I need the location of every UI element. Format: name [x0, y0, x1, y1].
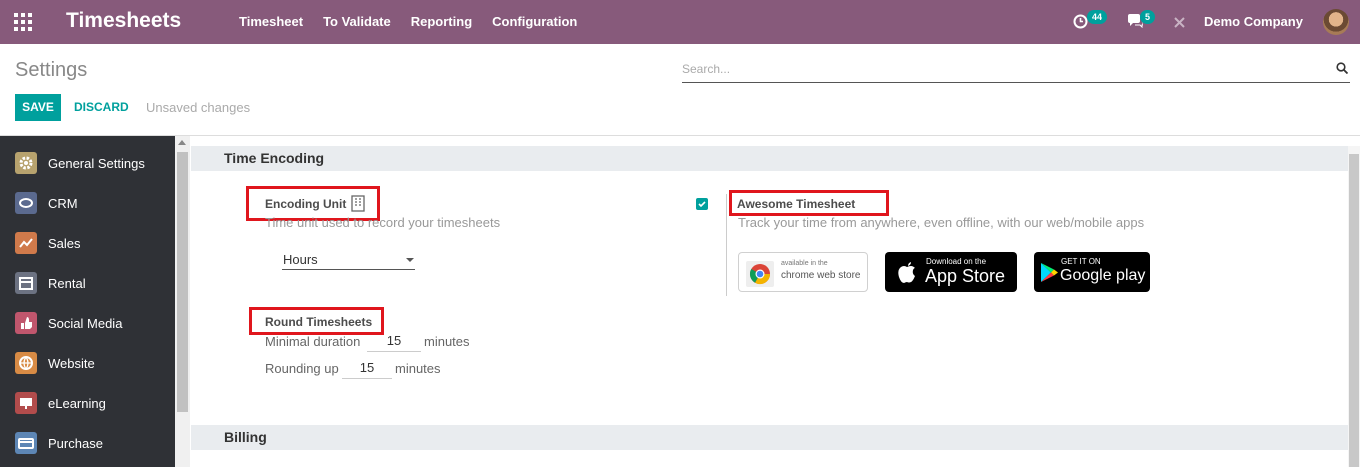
chrome-small-text: available in the	[781, 260, 828, 267]
scrollbar-thumb[interactable]	[1349, 154, 1359, 467]
scroll-up-arrow-icon[interactable]	[178, 140, 186, 145]
sidebar-item-label: Website	[48, 355, 95, 371]
menu-configuration[interactable]: Configuration	[492, 14, 577, 29]
apple-logo-icon	[898, 262, 915, 283]
search-icon[interactable]	[1336, 62, 1348, 74]
google-play-logo-icon	[1041, 263, 1058, 282]
section-title: Billing	[224, 429, 267, 445]
unsaved-status: Unsaved changes	[146, 100, 251, 115]
google-play-link[interactable]: GET IT ON Google play	[1034, 252, 1150, 292]
sidebar-item-sales[interactable]: Sales	[0, 223, 175, 263]
app-brand: Timesheets	[66, 9, 182, 32]
chevron-down-icon	[406, 258, 414, 262]
sidebar-item-label: CRM	[48, 195, 78, 211]
sidebar-item-social-media[interactable]: Social Media	[0, 303, 175, 343]
divider	[0, 135, 1360, 136]
main-menu: Timesheet To Validate Reporting Configur…	[239, 14, 597, 29]
minimal-duration-label: Minimal duration	[265, 334, 361, 349]
main-scrollbar[interactable]	[1348, 146, 1360, 467]
minimal-duration-input[interactable]: 15	[367, 333, 421, 352]
chrome-big-text: chrome web store	[781, 270, 861, 281]
highlight-round-timesheets	[249, 307, 384, 335]
activity-count-badge: 44	[1087, 10, 1108, 24]
encoding-unit-description: Time unit used to record your timesheets	[265, 215, 501, 230]
sidebar-item-label: General Settings	[48, 155, 145, 171]
awesome-timesheet-description: Track your time from anywhere, even offl…	[738, 215, 1145, 230]
handshake-icon	[15, 192, 37, 214]
tools-icon[interactable]	[1173, 16, 1186, 29]
discard-button[interactable]: DISCARD	[74, 100, 129, 114]
company-switcher[interactable]: Demo Company	[1204, 14, 1303, 29]
chrome-logo-icon	[746, 261, 774, 287]
sidebar-item-label: Sales	[48, 235, 81, 251]
top-navbar: Timesheets Timesheet To Validate Reporti…	[0, 0, 1360, 44]
presentation-icon	[15, 392, 37, 414]
message-count-badge: 5	[1140, 10, 1156, 24]
credit-card-icon	[15, 432, 37, 454]
sidebar-item-rental[interactable]: Rental	[0, 263, 175, 303]
gear-icon	[15, 152, 37, 174]
sidebar-item-general-settings[interactable]: General Settings	[0, 143, 175, 183]
awesome-timesheet-checkbox[interactable]	[696, 198, 708, 210]
google-big-text: Google play	[1060, 267, 1146, 284]
chrome-web-store-link[interactable]: available in the chrome web store	[738, 252, 868, 292]
thumbs-up-icon	[15, 312, 37, 334]
user-avatar[interactable]	[1323, 9, 1349, 35]
search-placeholder: Search...	[682, 62, 731, 76]
activity-clock-icon[interactable]	[1073, 14, 1088, 29]
scrollbar-thumb[interactable]	[177, 152, 188, 412]
minutes-label: minutes	[424, 334, 470, 349]
section-title: Time Encoding	[224, 150, 325, 166]
encoding-unit-value: Hours	[283, 252, 318, 267]
chart-icon	[15, 232, 37, 254]
minutes-label: minutes	[395, 361, 441, 376]
section-billing: Billing	[191, 425, 1348, 450]
page-title: Settings	[15, 59, 88, 81]
calendar-icon	[15, 272, 37, 294]
menu-to-validate[interactable]: To Validate	[323, 14, 391, 29]
apple-small-text: Download on the	[926, 257, 987, 266]
menu-timesheet[interactable]: Timesheet	[239, 14, 303, 29]
sidebar-item-label: Social Media	[48, 315, 123, 331]
apple-big-text: App Store	[925, 266, 1006, 286]
section-time-encoding: Time Encoding	[191, 146, 1348, 171]
google-small-text: GET IT ON	[1061, 257, 1101, 266]
rounding-up-label: Rounding up	[265, 361, 339, 376]
sidebar-item-label: Purchase	[48, 435, 103, 451]
menu-reporting[interactable]: Reporting	[411, 14, 472, 29]
sidebar-item-crm[interactable]: CRM	[0, 183, 175, 223]
encoding-unit-select[interactable]: Hours	[282, 251, 415, 270]
app-store-link[interactable]: Download on the App Store	[885, 252, 1017, 292]
setting-divider	[726, 194, 727, 296]
sidebar-item-label: eLearning	[48, 395, 106, 411]
globe-icon	[15, 352, 37, 374]
sidebar-item-label: Rental	[48, 275, 86, 291]
sidebar-item-purchase[interactable]: Purchase	[0, 423, 175, 463]
sidebar-scrollbar[interactable]	[175, 136, 190, 467]
checkmark-icon	[698, 201, 706, 208]
search-input[interactable]: Search...	[682, 58, 1350, 83]
save-button[interactable]: SAVE	[15, 94, 61, 121]
sidebar-item-website[interactable]: Website	[0, 343, 175, 383]
sidebar-item-elearning[interactable]: eLearning	[0, 383, 175, 423]
settings-sidebar: General Settings CRM Sales Rental Social…	[0, 136, 175, 467]
apps-menu-icon[interactable]	[14, 13, 32, 31]
rounding-up-input[interactable]: 15	[342, 360, 392, 379]
highlight-awesome-timesheet	[729, 190, 889, 216]
